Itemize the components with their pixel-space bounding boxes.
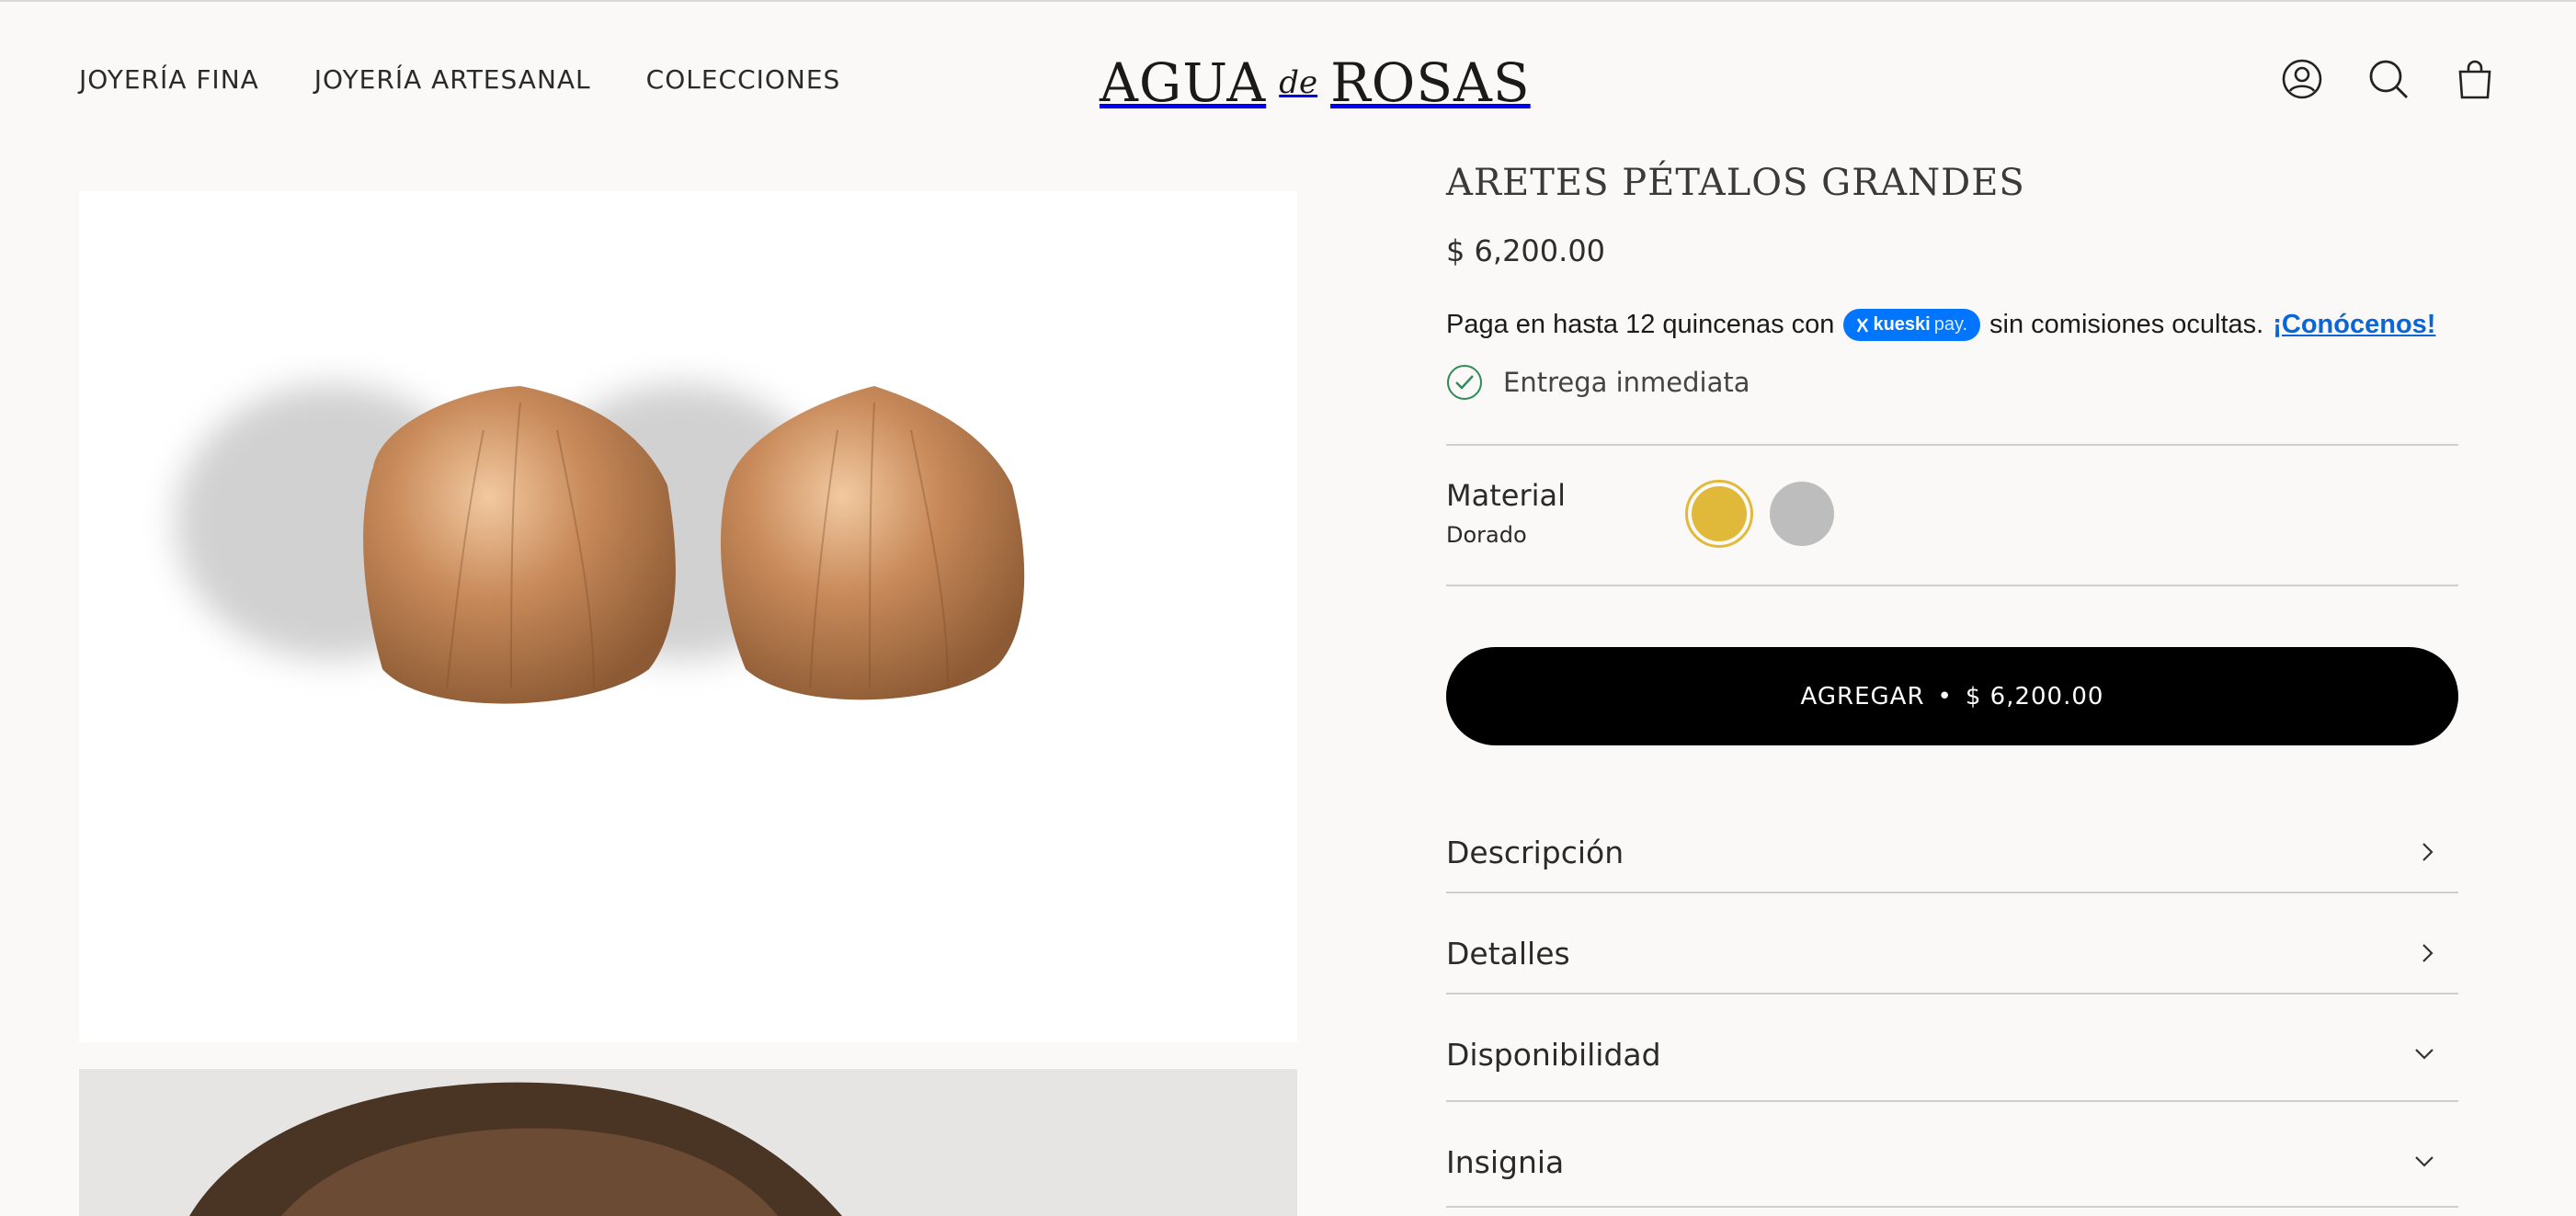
logo-word-middle: de bbox=[1279, 64, 1318, 101]
swatch-plateado[interactable] bbox=[1770, 482, 1834, 546]
material-selected-value: Dorado bbox=[1446, 522, 1527, 548]
divider bbox=[1446, 444, 2458, 446]
conocenos-link[interactable]: ¡Conócenos! bbox=[2273, 310, 2435, 340]
accordion-label: Descripción bbox=[1446, 834, 1624, 870]
nav-colecciones[interactable]: COLECCIONES bbox=[646, 64, 841, 95]
check-circle-icon bbox=[1447, 365, 1482, 400]
product-image-model[interactable] bbox=[79, 1069, 1297, 1216]
account-icon[interactable] bbox=[2280, 57, 2324, 101]
stock-status: Entrega inmediata bbox=[1446, 364, 1750, 401]
header-icons bbox=[2280, 57, 2497, 101]
chevron-down-icon bbox=[2415, 1049, 2434, 1060]
kueski-logo-icon bbox=[1857, 317, 1869, 333]
material-label: Material bbox=[1446, 478, 1566, 513]
model-photo bbox=[79, 1069, 1297, 1216]
nav-joyeria-artesanal[interactable]: JOYERÍA ARTESANAL bbox=[314, 64, 591, 95]
accordion-insignia[interactable]: Insignia bbox=[1446, 1130, 2458, 1194]
divider bbox=[1446, 1100, 2458, 1102]
product-title: ARETES PÉTALOS GRANDES bbox=[1446, 162, 2025, 204]
divider bbox=[1446, 1206, 2458, 1208]
accordion-label: Disponibilidad bbox=[1446, 1036, 1661, 1073]
logo-word-right: ROSAS bbox=[1330, 51, 1531, 114]
add-button-separator: • bbox=[1937, 682, 1953, 710]
main-nav: JOYERÍA FINA JOYERÍA ARTESANAL COLECCION… bbox=[79, 64, 840, 95]
accordion-disponibilidad[interactable]: Disponibilidad bbox=[1446, 1022, 2458, 1086]
kueski-badge-suffix: pay. bbox=[1933, 314, 1968, 335]
divider bbox=[1446, 993, 2458, 994]
kueski-pay-badge[interactable]: kueski pay. bbox=[1843, 309, 1981, 341]
nav-joyeria-fina[interactable]: JOYERÍA FINA bbox=[79, 64, 259, 95]
stock-status-text: Entrega inmediata bbox=[1503, 367, 1750, 398]
payment-text-after: sin comisiones ocultas. bbox=[1989, 310, 2264, 339]
material-swatches bbox=[1685, 480, 1834, 548]
accordion-descripcion[interactable]: Descripción bbox=[1446, 820, 2458, 884]
add-button-price: $ 6,200.00 bbox=[1965, 682, 2104, 710]
swatch-dorado[interactable] bbox=[1685, 480, 1753, 548]
product-price: $ 6,200.00 bbox=[1446, 233, 1606, 268]
brand-logo[interactable]: AGUA de ROSAS bbox=[1100, 46, 1530, 119]
accordion-label: Insignia bbox=[1446, 1143, 1565, 1180]
accordion-label: Detalles bbox=[1446, 935, 1570, 972]
top-divider bbox=[0, 0, 2576, 2]
divider bbox=[1446, 892, 2458, 893]
chevron-down-icon bbox=[2415, 1156, 2434, 1167]
kueski-badge-brand: kueski bbox=[1873, 314, 1931, 335]
accordion-detalles[interactable]: Detalles bbox=[1446, 921, 2458, 985]
product-image-main[interactable] bbox=[79, 191, 1297, 1042]
add-button-label: AGREGAR bbox=[1800, 682, 1925, 710]
cart-icon[interactable] bbox=[2453, 57, 2497, 101]
add-to-cart-button[interactable]: AGREGAR • $ 6,200.00 bbox=[1446, 647, 2458, 745]
earrings-photo bbox=[176, 384, 1025, 704]
divider bbox=[1446, 585, 2458, 586]
payment-text-before: Paga en hasta 12 quincenas con bbox=[1446, 310, 1835, 339]
search-icon[interactable] bbox=[2366, 57, 2411, 101]
chevron-right-icon bbox=[2422, 843, 2434, 861]
logo-word-left: AGUA bbox=[1100, 51, 1267, 114]
kueski-payment-message: Paga en hasta 12 quincenas con kueski pay… bbox=[1446, 309, 2435, 341]
chevron-right-icon bbox=[2422, 944, 2434, 962]
